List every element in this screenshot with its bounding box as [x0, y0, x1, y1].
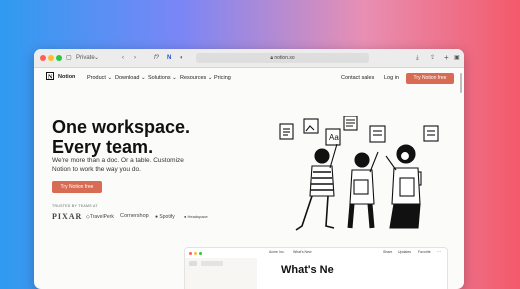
floating-card-icon [369, 125, 386, 143]
scrollbar[interactable] [460, 73, 462, 93]
nav-download[interactable]: Download ⌄ [115, 75, 146, 81]
nav-solutions[interactable]: Solutions ⌄ [148, 75, 177, 81]
headline-line-1: One workspace. [52, 117, 191, 137]
preview-minimize-dot [194, 252, 197, 255]
sidebar-toggle-icon[interactable]: ▢ [66, 53, 72, 63]
preview-favorite: Favorite [418, 250, 431, 254]
preview-updates: Updates [398, 250, 412, 254]
person-1-figure [295, 143, 338, 231]
headspace-icon: ● [184, 214, 187, 219]
minimize-window-button[interactable] [48, 55, 54, 61]
person-3-figure [385, 144, 421, 229]
site-navbar: N Notion Product ⌄ Download ⌄ Solutions … [34, 68, 464, 90]
new-tab-icon[interactable]: + [444, 53, 449, 63]
address-text: notion.so [274, 55, 295, 61]
browser-window: ▢ Private ⌄ ‹ › f? N ◐ 🔒︎ notion.so ⤓ ⇪ … [34, 49, 464, 289]
app-preview: Acme Inc. What's New Share Updates Favor… [184, 247, 448, 289]
floating-image-icon [303, 118, 319, 134]
logo-pixar: PIXAR [52, 212, 83, 221]
preview-breadcrumb-1: Acme Inc. [269, 250, 285, 254]
nav-resources[interactable]: Resources ⌄ [180, 75, 212, 81]
logo-cornershop: Cornershop [120, 213, 149, 219]
person-2-figure [347, 151, 379, 229]
logo-spotify: ● Spotify [155, 214, 175, 220]
browser-toolbar: ▢ Private ⌄ ‹ › f? N ◐ 🔒︎ notion.so ⤓ ⇪ … [34, 49, 464, 68]
nav-pricing[interactable]: Pricing [214, 75, 231, 81]
preview-workspace-icon [189, 261, 197, 266]
brand-name[interactable]: Notion [58, 74, 75, 80]
contact-sales-link[interactable]: Contact sales [341, 75, 374, 81]
extension-n-icon[interactable]: N [167, 53, 171, 63]
share-icon[interactable]: ⇪ [430, 53, 435, 63]
private-tab-label: Private [76, 55, 95, 61]
trusted-by-label: TRUSTED BY TEAMS AT [52, 204, 98, 208]
floating-list-icon [343, 116, 358, 131]
chevron-down-icon[interactable]: ⌄ [94, 53, 99, 63]
tab-overview-icon[interactable]: ▣ [454, 53, 460, 63]
download-icon[interactable]: ⤓ [416, 53, 419, 63]
address-bar[interactable]: 🔒︎ notion.so [196, 53, 369, 63]
forward-icon[interactable]: › [134, 53, 136, 63]
close-window-button[interactable] [40, 55, 46, 61]
preview-breadcrumb-2: What's New [293, 250, 312, 254]
preview-more-icon: ⋯ [437, 249, 441, 254]
hero-try-free-button[interactable]: Try Notion free [52, 181, 102, 193]
back-icon[interactable]: ‹ [122, 53, 124, 63]
preview-close-dot [189, 252, 192, 255]
hero-illustration: Aa [279, 116, 439, 231]
preview-sidebar-item [201, 261, 223, 266]
floating-note-icon [423, 125, 439, 142]
nav-product[interactable]: Product ⌄ [87, 75, 112, 81]
lock-icon: 🔒︎ [270, 55, 273, 61]
preview-sidebar [185, 258, 257, 289]
floating-text-icon: Aa [325, 128, 341, 146]
preview-heading: What's Ne [281, 264, 334, 276]
spotify-icon: ● [155, 214, 159, 220]
headline-line-2: Every team. [52, 137, 154, 157]
svg-text:Aa: Aa [329, 133, 339, 142]
notion-logo-icon[interactable]: N [46, 72, 54, 80]
logo-travelperk: ◇TravelPerk [86, 214, 114, 220]
nav-try-free-button[interactable]: Try Notion free [406, 73, 454, 84]
preview-share: Share [383, 250, 393, 254]
svg-text:N: N [48, 75, 53, 81]
zoom-window-button[interactable] [56, 55, 62, 61]
logo-headspace: ● Headspace [184, 214, 208, 219]
extension-icon[interactable]: f? [154, 53, 159, 63]
privacy-shield-icon[interactable]: ◐ [180, 53, 184, 63]
floating-doc-icon [279, 123, 294, 140]
login-link[interactable]: Log in [384, 75, 399, 81]
hero-headline: One workspace. Every team. [52, 117, 190, 157]
preview-zoom-dot [199, 252, 202, 255]
hero-subhead: We're more than a doc. Or a table. Custo… [52, 157, 184, 173]
